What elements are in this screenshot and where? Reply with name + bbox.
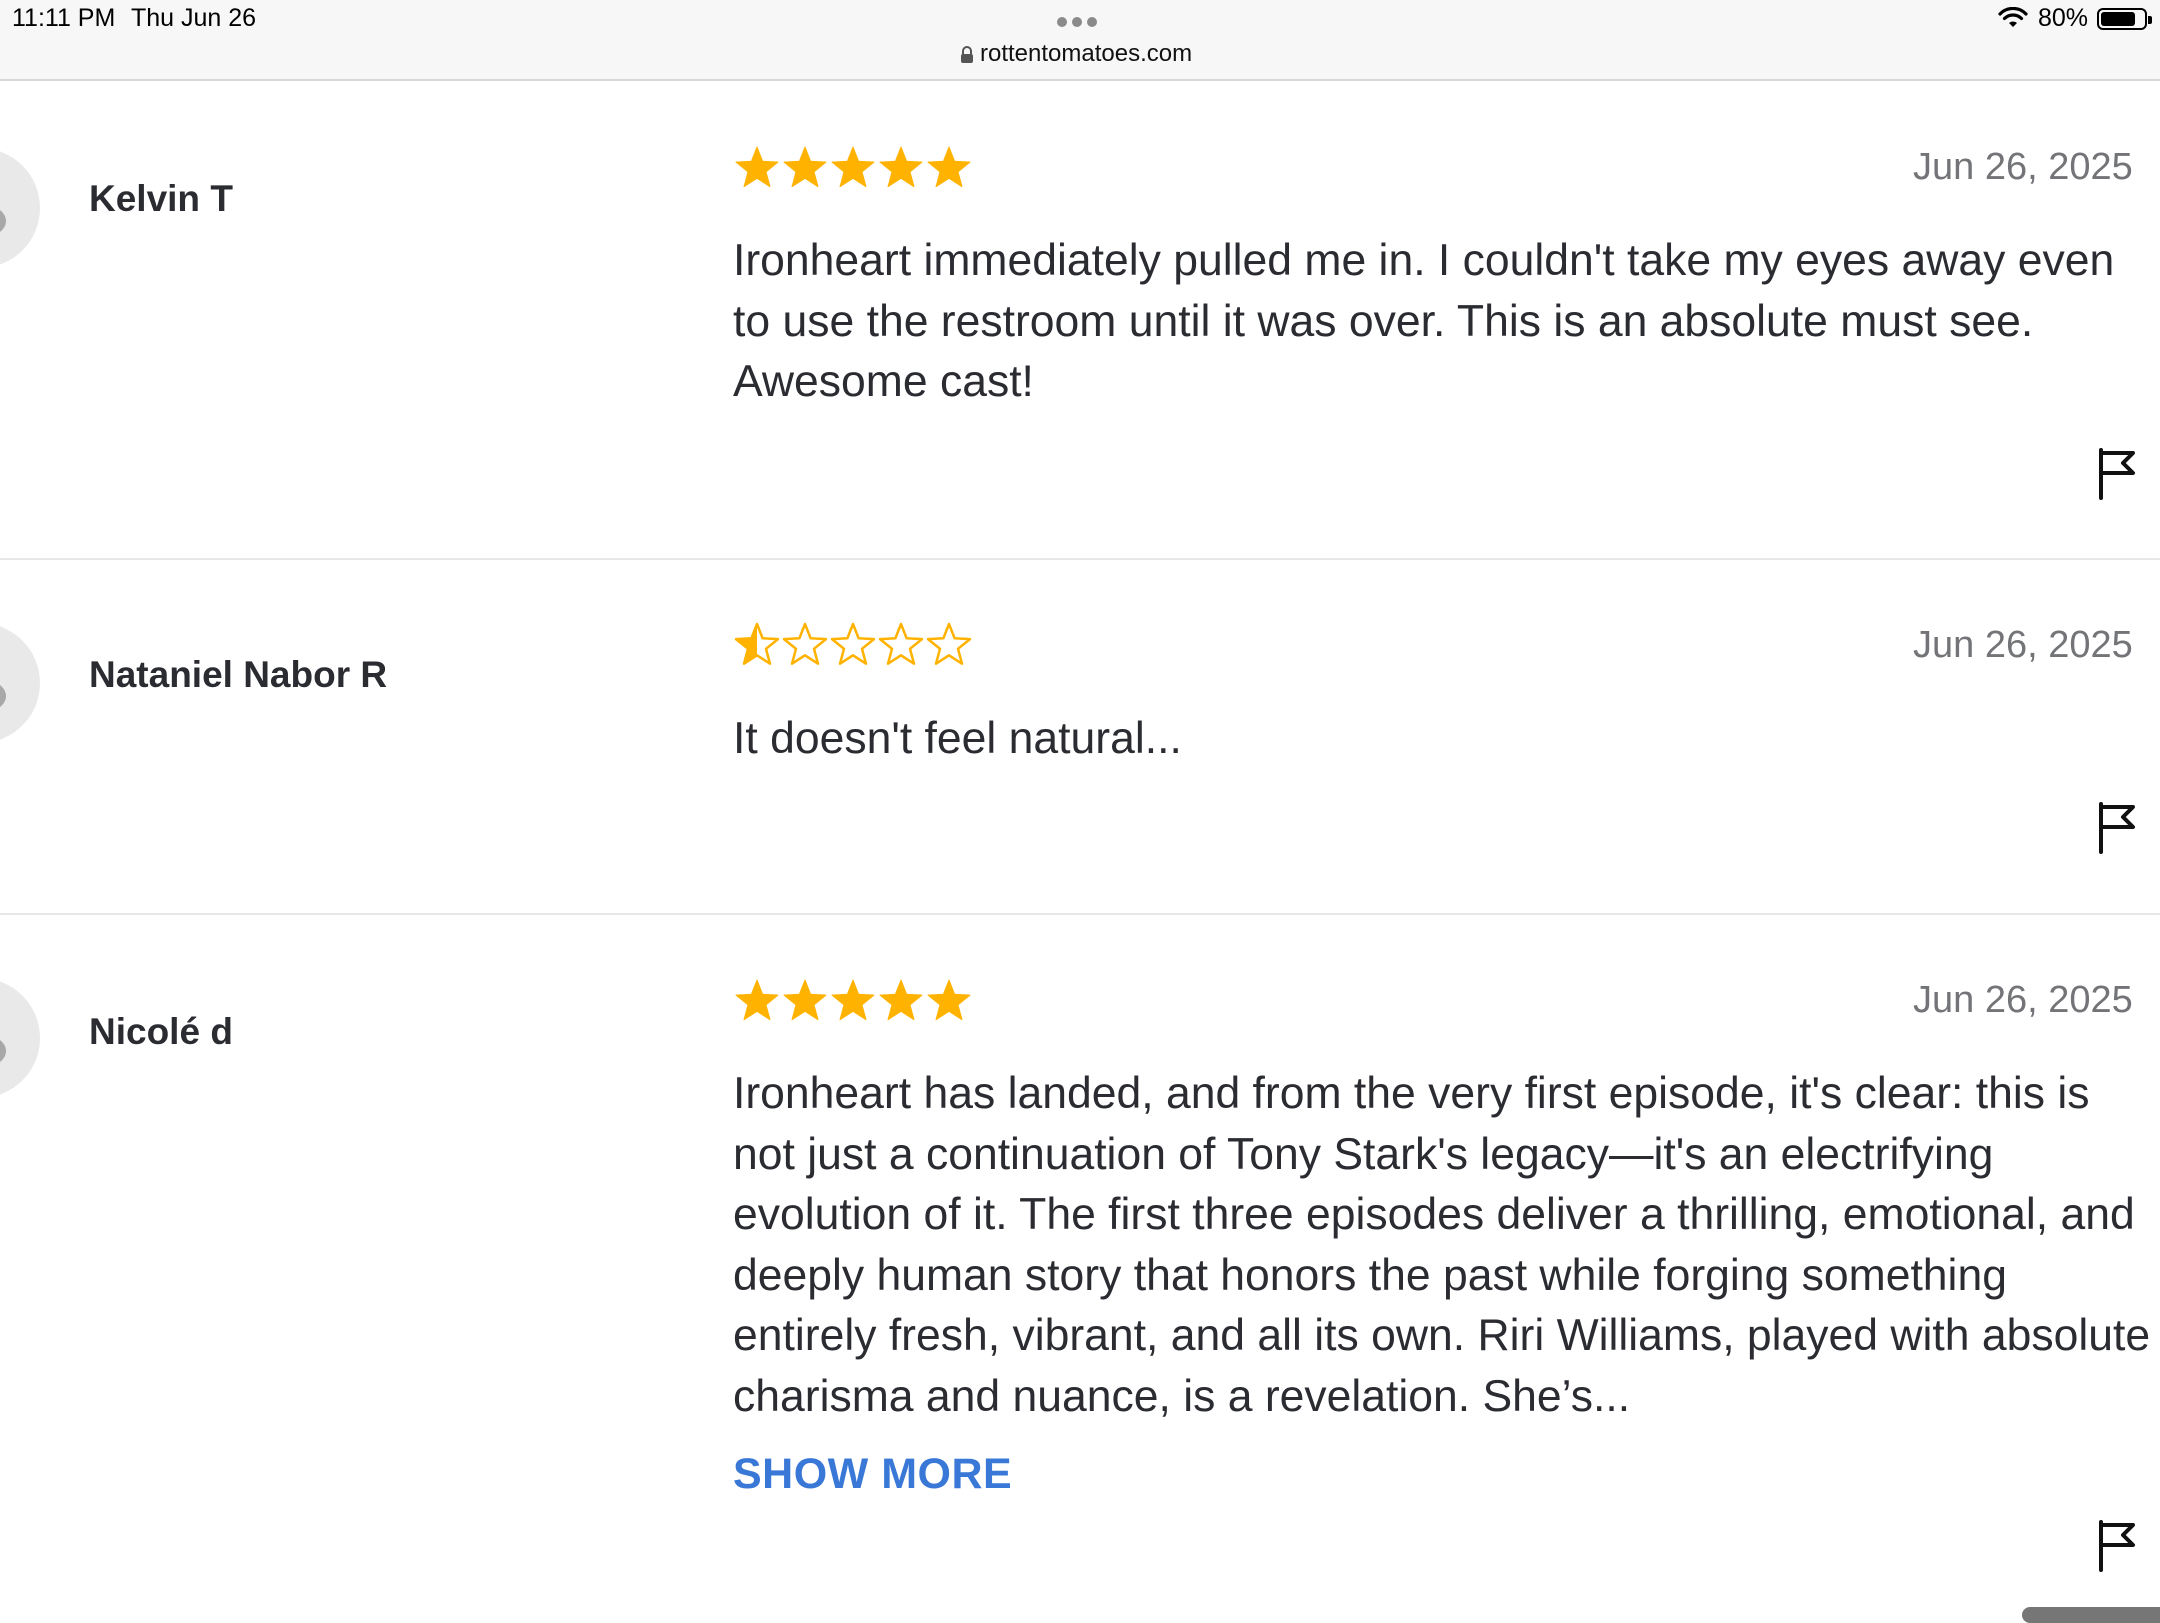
review-card: Nicolé d Jun 26, 2025 Ironheart has land…: [0, 913, 2160, 1620]
url-text: rottentomatoes.com: [980, 40, 1193, 67]
review-date: Jun 26, 2025: [1913, 624, 2133, 666]
star-icon: [830, 622, 876, 665]
lock-icon: [961, 45, 973, 63]
review-card: Kelvin T Jun 26, 2025 Ironheart immediat…: [0, 80, 2160, 560]
reviewer-name[interactable]: Nataniel Nabor R: [89, 654, 387, 696]
address-bar[interactable]: rottentomatoes.com: [960, 40, 1200, 70]
battery-fill: [2101, 12, 2135, 26]
flag-icon[interactable]: [2097, 1520, 2137, 1572]
star-rating: [733, 977, 973, 1025]
star-icon: [878, 622, 924, 665]
reviewer-name[interactable]: Nicolé d: [89, 1011, 233, 1053]
star-icon: [927, 979, 971, 1021]
review-date: Jun 26, 2025: [1913, 146, 2133, 188]
star-icon: [926, 622, 972, 665]
review-text: It doesn't feel natural...: [733, 714, 1182, 763]
review-text: Ironheart has landed, and from the very …: [733, 1069, 2151, 1421]
flag-icon[interactable]: [2097, 802, 2137, 854]
avatar: [0, 623, 40, 743]
show-more-link[interactable]: SHOW MORE: [733, 1450, 1012, 1499]
star-rating: [733, 621, 973, 669]
star-icon: [879, 979, 923, 1021]
status-bar: 11:11 PM Thu Jun 26 rottentomatoes.com 8…: [0, 0, 2160, 81]
review-date: Jun 26, 2025: [1913, 979, 2133, 1021]
star-icon: [735, 146, 779, 188]
star-icon: [734, 622, 780, 665]
star-icon: [831, 979, 875, 1021]
home-indicator: [2022, 1607, 2160, 1623]
wifi-icon: [1998, 7, 2028, 27]
star-icon: [783, 146, 827, 188]
reviewer-name[interactable]: Kelvin T: [89, 178, 233, 220]
status-time: 11:11 PM: [12, 4, 116, 32]
star-icon: [831, 146, 875, 188]
multitasking-dots-icon[interactable]: [1057, 14, 1105, 27]
review-text: Ironheart immediately pulled me in. I co…: [733, 236, 2115, 406]
review-card: Nataniel Nabor R Jun 26, 2025 It doesn't…: [0, 558, 2160, 915]
star-icon: [735, 979, 779, 1021]
avatar: [0, 148, 40, 268]
status-date: Thu Jun 26: [131, 4, 257, 32]
avatar: [0, 978, 40, 1098]
star-icon: [927, 146, 971, 188]
battery-icon: [2097, 8, 2152, 30]
star-icon: [782, 622, 828, 665]
star-rating: [733, 144, 973, 192]
star-icon: [879, 146, 923, 188]
flag-icon[interactable]: [2097, 448, 2137, 500]
star-icon: [783, 979, 827, 1021]
battery-percent: 80%: [2038, 4, 2089, 32]
